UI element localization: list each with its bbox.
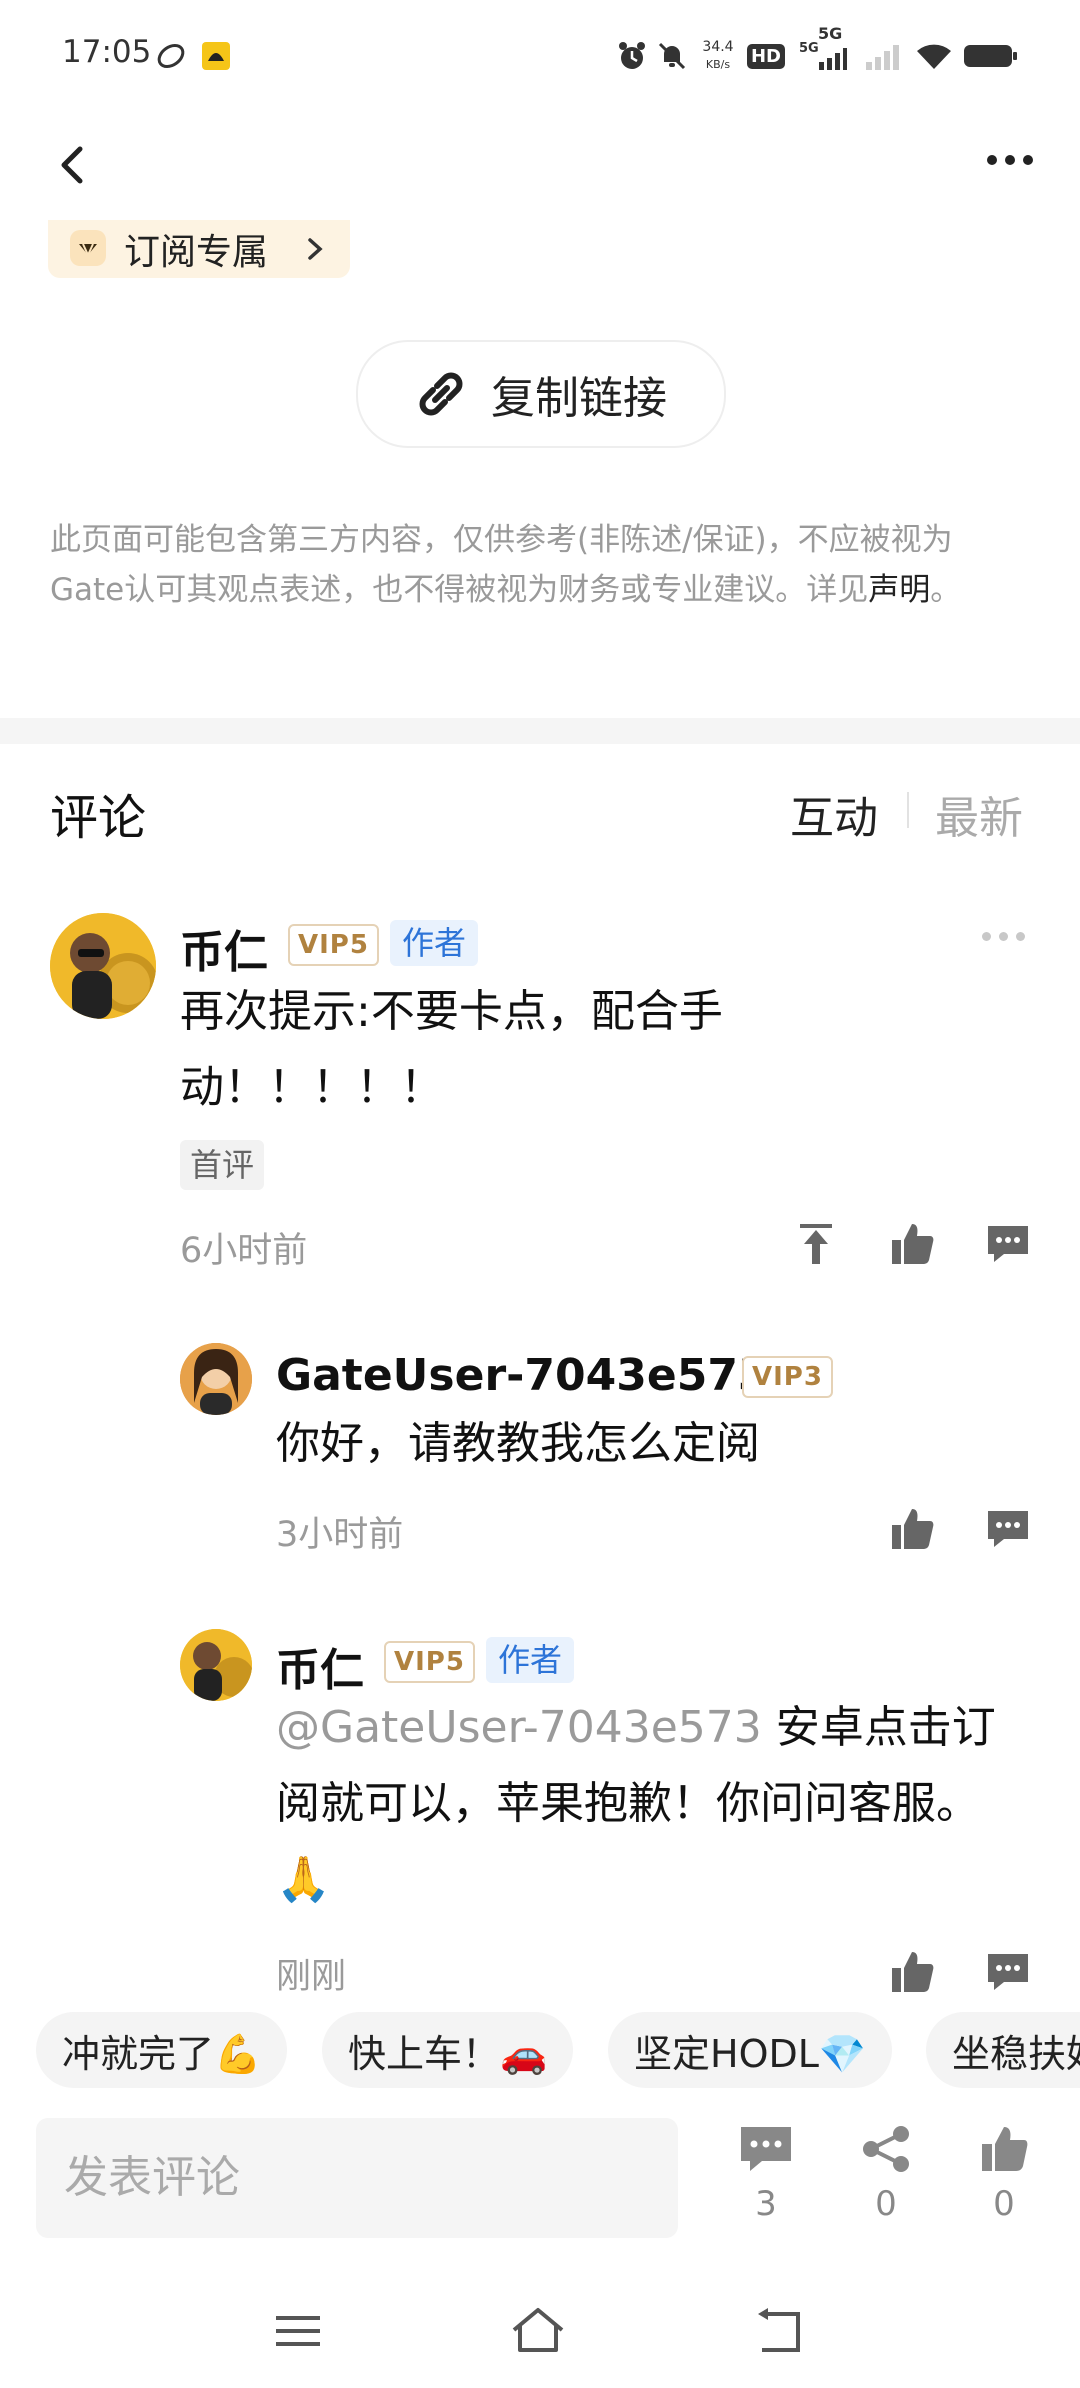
signal-2-icon bbox=[862, 36, 906, 76]
like-button[interactable] bbox=[888, 1948, 936, 1996]
pin-top-icon bbox=[800, 1224, 832, 1264]
comment-count: 3 bbox=[755, 2184, 777, 2224]
chevron-left-icon bbox=[61, 146, 83, 184]
avatar[interactable] bbox=[180, 1629, 252, 1701]
comment-icon bbox=[741, 2127, 791, 2171]
comments-count-button[interactable]: 3 bbox=[726, 2124, 806, 2234]
tab-interactive[interactable]: 互动 bbox=[790, 782, 878, 846]
share-button[interactable]: 0 bbox=[846, 2124, 926, 2234]
vip-badge: VIP5 bbox=[384, 1641, 475, 1683]
system-back-button[interactable] bbox=[752, 2304, 808, 2358]
comment-input[interactable]: 发表评论 bbox=[36, 2118, 678, 2238]
comment-time: 6小时前 bbox=[180, 1231, 308, 1271]
thumbs-up-icon bbox=[892, 1509, 934, 1549]
comment-username[interactable]: GateUser-7043e573 bbox=[276, 1350, 769, 1401]
comment-text: @GateUser-7043e573 安卓点击订 阅就可以，苹果抱歉！你问问客服… bbox=[276, 1690, 1076, 1918]
like-button[interactable] bbox=[888, 1505, 936, 1553]
author-badge: 作者 bbox=[390, 920, 479, 966]
net-speed: 34.4 KB/s bbox=[702, 39, 734, 71]
comment-icon bbox=[988, 1954, 1028, 1990]
signal-label: 5G bbox=[818, 24, 843, 43]
back-arrow-icon bbox=[758, 2308, 800, 2352]
subscribe-chip-label: 订阅专属 bbox=[124, 232, 269, 273]
section-divider bbox=[0, 718, 1080, 744]
share-count: 0 bbox=[875, 2184, 897, 2224]
comment-time: 3小时前 bbox=[276, 1515, 404, 1555]
comment-text: 你好，请教教我怎么定阅 bbox=[276, 1418, 760, 1469]
menu-button[interactable] bbox=[272, 2308, 324, 2354]
pin-button[interactable] bbox=[792, 1220, 840, 1268]
tab-separator bbox=[907, 792, 909, 828]
diamond-icon bbox=[70, 230, 106, 266]
quick-reply-chip[interactable]: 坐稳扶好 bbox=[926, 2012, 1080, 2088]
comment-username[interactable]: 币仁 bbox=[180, 916, 268, 980]
reply-button[interactable] bbox=[984, 1948, 1032, 1996]
like-count: 0 bbox=[993, 2184, 1015, 2224]
share-icon bbox=[863, 2126, 909, 2172]
statement-link[interactable]: 声明 bbox=[868, 572, 930, 608]
like-post-button[interactable]: 0 bbox=[964, 2124, 1044, 2234]
more-options-button[interactable] bbox=[980, 140, 1040, 180]
battery-icon bbox=[962, 36, 1020, 76]
svg-text:5G: 5G bbox=[799, 41, 819, 56]
quick-reply-chip[interactable]: 坚定HODL💎 bbox=[608, 2012, 893, 2088]
wifi-icon bbox=[914, 36, 954, 76]
comment-text: 再次提示:不要卡点，配合手 动！！！！！ bbox=[180, 986, 723, 1113]
home-icon bbox=[512, 2308, 564, 2352]
app-notification-icon bbox=[200, 36, 232, 76]
thumbs-up-icon bbox=[892, 1952, 934, 1992]
back-button[interactable] bbox=[50, 135, 94, 195]
system-nav-bar bbox=[0, 2280, 1080, 2388]
avatar[interactable] bbox=[50, 913, 156, 1019]
mute-icon bbox=[654, 36, 690, 76]
comment-more-button[interactable] bbox=[982, 926, 1032, 946]
comments-title: 评论 bbox=[50, 790, 147, 846]
chevron-right-icon bbox=[308, 238, 323, 260]
mention-link[interactable]: @GateUser-7043e573 bbox=[276, 1702, 762, 1753]
comment-username[interactable]: 币仁 bbox=[276, 1634, 364, 1698]
author-badge: 作者 bbox=[486, 1637, 575, 1683]
comment-icon bbox=[988, 1511, 1028, 1547]
reply-button[interactable] bbox=[984, 1505, 1032, 1553]
subscribe-exclusive-chip[interactable]: 订阅专属 bbox=[48, 220, 350, 278]
tab-latest[interactable]: 最新 bbox=[935, 782, 1023, 846]
comment-icon bbox=[988, 1226, 1028, 1262]
status-bar: 17:05 34.4 KB/s HD 5G 5G bbox=[0, 0, 1080, 110]
comment-time: 刚刚 bbox=[276, 1957, 347, 1997]
reply-button[interactable] bbox=[984, 1220, 1032, 1268]
quick-reply-chip[interactable]: 冲就完了💪 bbox=[36, 2012, 288, 2088]
thumbs-up-icon bbox=[892, 1224, 934, 1264]
copy-link-label: 复制链接 bbox=[491, 373, 667, 424]
home-button[interactable] bbox=[508, 2304, 568, 2358]
like-button[interactable] bbox=[888, 1220, 936, 1268]
first-comment-tag: 首评 bbox=[180, 1140, 265, 1190]
disclaimer-text: 此页面可能包含第三方内容，仅供参考(非陈述/保证)，不应被视为Gate认可其观点… bbox=[50, 522, 962, 608]
partially-hidden-row: 刚刚 bbox=[0, 1940, 1080, 2012]
quick-reply-chip[interactable]: 快上车！🚗 bbox=[322, 2012, 574, 2088]
vip-badge: VIP5 bbox=[288, 924, 379, 966]
quick-reply-bar: 冲就完了💪 快上车！🚗 坚定HODL💎 坐稳扶好 bbox=[0, 2012, 1080, 2096]
hd-icon: HD bbox=[746, 36, 786, 76]
link-icon bbox=[419, 372, 463, 416]
copy-link-button[interactable]: 复制链接 bbox=[356, 340, 726, 448]
praying-hands-emoji: 🙏 bbox=[276, 1854, 331, 1905]
vip-badge: VIP3 bbox=[742, 1356, 833, 1398]
sync-icon bbox=[154, 36, 188, 76]
avatar[interactable] bbox=[180, 1343, 252, 1415]
menu-icon bbox=[276, 2316, 320, 2346]
status-time: 17:05 bbox=[62, 34, 152, 70]
thumbs-up-icon bbox=[982, 2127, 1028, 2171]
alarm-icon bbox=[614, 36, 650, 76]
